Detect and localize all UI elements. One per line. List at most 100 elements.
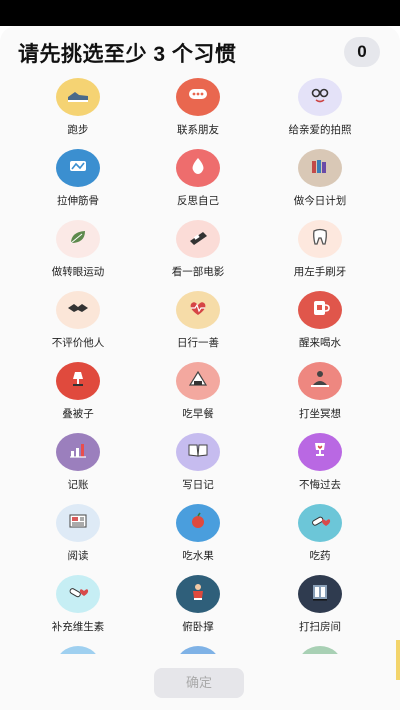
habit-icon-circle	[298, 149, 342, 187]
habit-icon-circle	[176, 504, 220, 542]
habit-item[interactable]: 联系朋友	[138, 78, 258, 142]
cup-icon	[307, 297, 333, 324]
habit-label: 打扫房间	[299, 621, 341, 633]
habit-icon-circle	[298, 78, 342, 116]
habit-label: 做今日计划	[293, 195, 347, 207]
habit-label: 拉伸筋骨	[57, 195, 99, 207]
habit-label: 联系朋友	[177, 124, 219, 136]
habit-grid: 跑步 联系朋友 给亲爱的拍照拉伸筋骨 反思自己 做今日计划做转眼运动 看一部电影 用左手刷牙…	[0, 78, 400, 684]
habit-icon-circle	[56, 575, 100, 613]
habit-icon-circle	[56, 220, 100, 258]
sneaker-icon	[65, 85, 91, 110]
habit-item[interactable]: 用左手刷牙	[260, 220, 380, 284]
tooth-icon	[307, 226, 333, 253]
water-drop-icon	[185, 155, 211, 182]
pushup-icon	[185, 581, 211, 608]
habit-icon-circle	[56, 504, 100, 542]
habit-icon-circle	[56, 362, 100, 400]
habit-label: 阅读	[67, 550, 89, 562]
habit-label: 补充维生素	[51, 621, 105, 633]
habit-item[interactable]: 醒来喝水	[260, 291, 380, 355]
selected-count-badge: 0	[344, 37, 380, 67]
stretch-icon	[65, 156, 91, 181]
habit-item[interactable]: 补充维生素	[18, 575, 138, 639]
habit-label: 看一部电影	[171, 266, 225, 278]
habit-item[interactable]: 吃水果	[138, 504, 258, 568]
habit-icon-circle	[298, 575, 342, 613]
leaf-icon	[65, 227, 91, 252]
books-icon	[307, 156, 333, 181]
habit-item[interactable]: 拉伸筋骨	[18, 149, 138, 213]
habit-item[interactable]: 记账	[18, 433, 138, 497]
habit-label: 给亲爱的拍照	[288, 124, 352, 136]
habit-item[interactable]: 俯卧撑	[138, 575, 258, 639]
habit-item[interactable]: 日行一善	[138, 291, 258, 355]
habit-label: 用左手刷牙	[293, 266, 347, 278]
habit-item[interactable]: 打扫房间	[260, 575, 380, 639]
habit-item[interactable]: 写日记	[138, 433, 258, 497]
apple-icon	[185, 510, 211, 537]
habit-icon-circle	[176, 220, 220, 258]
habit-icon-circle	[176, 149, 220, 187]
habit-label: 跑步	[67, 124, 89, 136]
habit-icon-circle	[176, 575, 220, 613]
bottom-bar: 确定	[0, 654, 400, 710]
habit-icon-circle	[56, 291, 100, 329]
habit-item[interactable]: 跑步	[18, 78, 138, 142]
pill-heart-icon	[307, 511, 333, 536]
lamp-icon	[65, 368, 91, 395]
habit-label: 吃药	[309, 550, 331, 562]
habit-item[interactable]: 吃早餐	[138, 362, 258, 426]
habit-label: 记账	[67, 479, 89, 491]
habit-icon-circle	[176, 291, 220, 329]
page-title: 请先挑选至少 3 个习惯	[18, 43, 237, 66]
habit-label: 吃早餐	[182, 408, 214, 420]
habit-label: 打坐冥想	[299, 408, 341, 420]
status-bar	[0, 0, 400, 26]
habit-item[interactable]: 吃药	[260, 504, 380, 568]
habit-label: 做转眼运动	[51, 266, 105, 278]
heartbeat-icon	[185, 298, 211, 323]
habit-icon-circle	[298, 220, 342, 258]
rice-ball-icon	[185, 368, 211, 395]
habit-label: 反思自己	[177, 195, 219, 207]
film-strip-icon	[185, 227, 211, 252]
edge-accent	[396, 640, 400, 680]
habit-label: 叠被子	[62, 408, 94, 420]
meditation-icon	[307, 368, 333, 395]
open-book-icon	[185, 440, 211, 465]
habit-item[interactable]: 阅读	[18, 504, 138, 568]
confirm-button[interactable]: 确定	[154, 668, 244, 698]
habit-icon-circle	[176, 78, 220, 116]
habit-label: 写日记	[182, 479, 214, 491]
trophy-heart-icon	[307, 439, 333, 466]
habit-item[interactable]: 叠被子	[18, 362, 138, 426]
habit-item[interactable]: 做转眼运动	[18, 220, 138, 284]
habit-label: 醒来喝水	[299, 337, 341, 349]
habit-icon-circle	[298, 433, 342, 471]
habit-item[interactable]: 打坐冥想	[260, 362, 380, 426]
chat-bubble-icon	[185, 85, 211, 110]
habit-label: 吃水果	[182, 550, 214, 562]
newspaper-icon	[65, 511, 91, 536]
capsule-heart-icon	[65, 582, 91, 607]
habit-icon-circle	[298, 362, 342, 400]
habit-label: 不悔过去	[299, 479, 341, 491]
habit-item[interactable]: 做今日计划	[260, 149, 380, 213]
habit-label: 日行一善	[177, 337, 219, 349]
habit-item[interactable]: 不悔过去	[260, 433, 380, 497]
glasses-face-icon	[307, 85, 333, 110]
habit-label: 俯卧撑	[182, 621, 214, 633]
habit-item[interactable]: 反思自己	[138, 149, 258, 213]
habit-item[interactable]: 给亲爱的拍照	[260, 78, 380, 142]
habit-icon-circle	[298, 291, 342, 329]
habit-icon-circle	[56, 433, 100, 471]
habit-item[interactable]: 不评价他人	[18, 291, 138, 355]
habit-icon-circle	[56, 149, 100, 187]
bar-chart-icon	[65, 439, 91, 466]
habit-icon-circle	[176, 362, 220, 400]
habit-icon-circle	[298, 504, 342, 542]
handshake-icon	[65, 298, 91, 323]
cabinet-icon	[307, 581, 333, 608]
habit-item[interactable]: 看一部电影	[138, 220, 258, 284]
